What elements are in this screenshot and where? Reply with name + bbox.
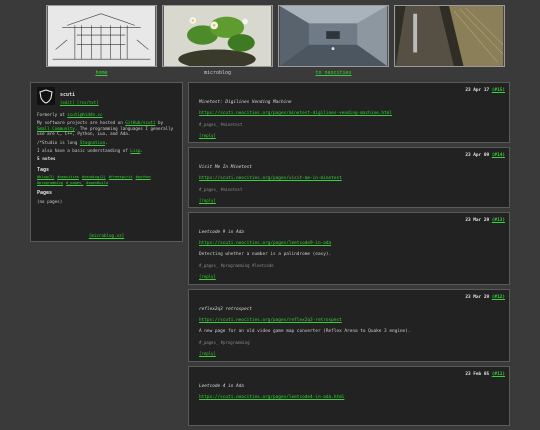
post-tags: #_pages_ #minetest xyxy=(199,122,243,127)
tile-label-neocities[interactable]: to neocities xyxy=(278,70,389,76)
neocities-thumbnail[interactable] xyxy=(278,5,389,67)
tile-label-microblog: microblog xyxy=(203,70,232,76)
post-url[interactable]: https://scuti.neocities.org/pages/leetco… xyxy=(199,392,499,403)
post-permalink[interactable]: (#14) xyxy=(492,153,505,158)
lisp-link[interactable]: Lisp xyxy=(130,148,140,153)
shield-icon xyxy=(39,89,53,104)
post-tags: #_pages_ #minetest xyxy=(199,187,243,192)
post-url[interactable]: https://scuti.neocities.org/pages/minete… xyxy=(199,108,499,119)
tag-link[interactable]: #programming xyxy=(37,181,63,186)
post-tags: #_pages_ #programming #leetcode xyxy=(199,263,274,268)
post-url[interactable]: https://scuti.neocities.org/pages/visit-… xyxy=(199,173,499,184)
formerly-link[interactable]: scuti@hiddn.cc xyxy=(67,112,102,117)
post-date: 23 Apr 17 (#15) xyxy=(465,88,505,93)
post-url[interactable]: https://scuti.neocities.org/pages/leetco… xyxy=(199,238,499,249)
stagnation-link[interactable]: Stagnation xyxy=(80,140,105,145)
tags-heading: Tags xyxy=(37,166,50,173)
tag-list: #blog(3) #neocities #vending(2) #freespi… xyxy=(37,175,176,186)
profile-card: scuti [edit] [rss/txt] Formerly at scuti… xyxy=(30,82,183,242)
profile-name: scuti xyxy=(60,92,76,98)
pages-empty: (no pages) xyxy=(37,199,63,205)
post-date: 23 Apr 09 (#14) xyxy=(465,153,505,158)
post-card: 23 Apr 17 (#15) Minetest: Digilines Vend… xyxy=(188,82,510,143)
game-room-icon xyxy=(279,6,388,66)
post-title: Visit Me In Minetest xyxy=(199,165,252,170)
post-description: A new page for an old video game map con… xyxy=(199,329,411,334)
notes-count: 5 notes xyxy=(37,157,56,163)
tile-label-home[interactable]: home xyxy=(46,70,157,76)
profile-lisp: I also have a basic understanding of Lis… xyxy=(37,148,143,154)
post-card: 23 Apr 09 (#14) Visit Me In Minetest htt… xyxy=(188,147,510,208)
reply-link[interactable]: [reply] xyxy=(199,195,499,206)
post-card: 23 Mar 29 (#12) reflex2q3 retrospect htt… xyxy=(188,289,510,362)
profile-studio: /*Studio is long Stagnation. xyxy=(37,139,108,145)
post-card: 23 Feb 05 (#11) Leetcode 4 in Ada https:… xyxy=(188,366,510,426)
post-tags: #_pages_ #programming xyxy=(199,340,250,345)
post-feed: 23 Apr 17 (#15) Minetest: Digilines Vend… xyxy=(188,82,510,430)
post-title: Leetcode 9 in Ada xyxy=(199,230,244,235)
post-description: Detecting whether a number is a palindro… xyxy=(199,252,332,257)
post-card: 23 Mar 29 (#13) Leetcode 9 in Ada https:… xyxy=(188,212,510,285)
github-link[interactable]: GitHub/scuti xyxy=(125,120,155,125)
top-nav: home microblog to neocities xyxy=(46,5,508,77)
post-date: 23 Mar 29 (#13) xyxy=(465,218,505,223)
post-date: 23 Mar 29 (#12) xyxy=(465,295,505,300)
profile-formerly: Formerly at scuti@hiddn.cc xyxy=(37,112,103,117)
sketch-building-icon xyxy=(47,6,156,66)
tag-link[interactable]: #freespirit xyxy=(109,175,133,180)
pages-heading: Pages xyxy=(37,190,53,197)
post-title: Minetest: Digilines Vending Machine xyxy=(199,100,292,105)
reply-link[interactable]: [reply] xyxy=(199,348,499,359)
avatar xyxy=(37,87,55,105)
post-title: reflex2q3 retrospect xyxy=(199,307,252,312)
post-permalink[interactable]: (#11) xyxy=(492,372,505,377)
microblog-footer[interactable]: [microblog.vz] xyxy=(31,233,182,238)
tag-link[interactable]: #_pages_ xyxy=(66,181,83,186)
tag-link[interactable]: #openBuild xyxy=(86,181,108,186)
post-permalink[interactable]: (#12) xyxy=(492,295,505,300)
post-title: Leetcode 4 in Ada xyxy=(199,384,244,389)
tag-link[interactable]: #python xyxy=(136,175,151,180)
subway-escalator-icon xyxy=(395,6,504,66)
reply-link[interactable]: [reply] xyxy=(199,271,499,282)
post-date: 23 Feb 05 (#11) xyxy=(465,372,505,377)
strawberry-plant-icon xyxy=(163,6,272,66)
post-permalink[interactable]: (#15) xyxy=(492,88,505,93)
post-permalink[interactable]: (#13) xyxy=(492,218,505,223)
home-thumbnail[interactable] xyxy=(46,5,157,67)
community-link[interactable]: Small Community xyxy=(37,126,75,131)
profile-links[interactable]: [edit] [rss/txt] xyxy=(60,100,99,105)
profile-bio: My software projects are hosted on GitHu… xyxy=(37,120,174,137)
reply-link[interactable]: [reply] xyxy=(199,130,499,141)
subway-thumbnail[interactable] xyxy=(394,5,505,67)
post-url[interactable]: https://scuti.neocities.org/pages/reflex… xyxy=(199,315,499,326)
microblog-thumbnail[interactable] xyxy=(162,5,273,67)
